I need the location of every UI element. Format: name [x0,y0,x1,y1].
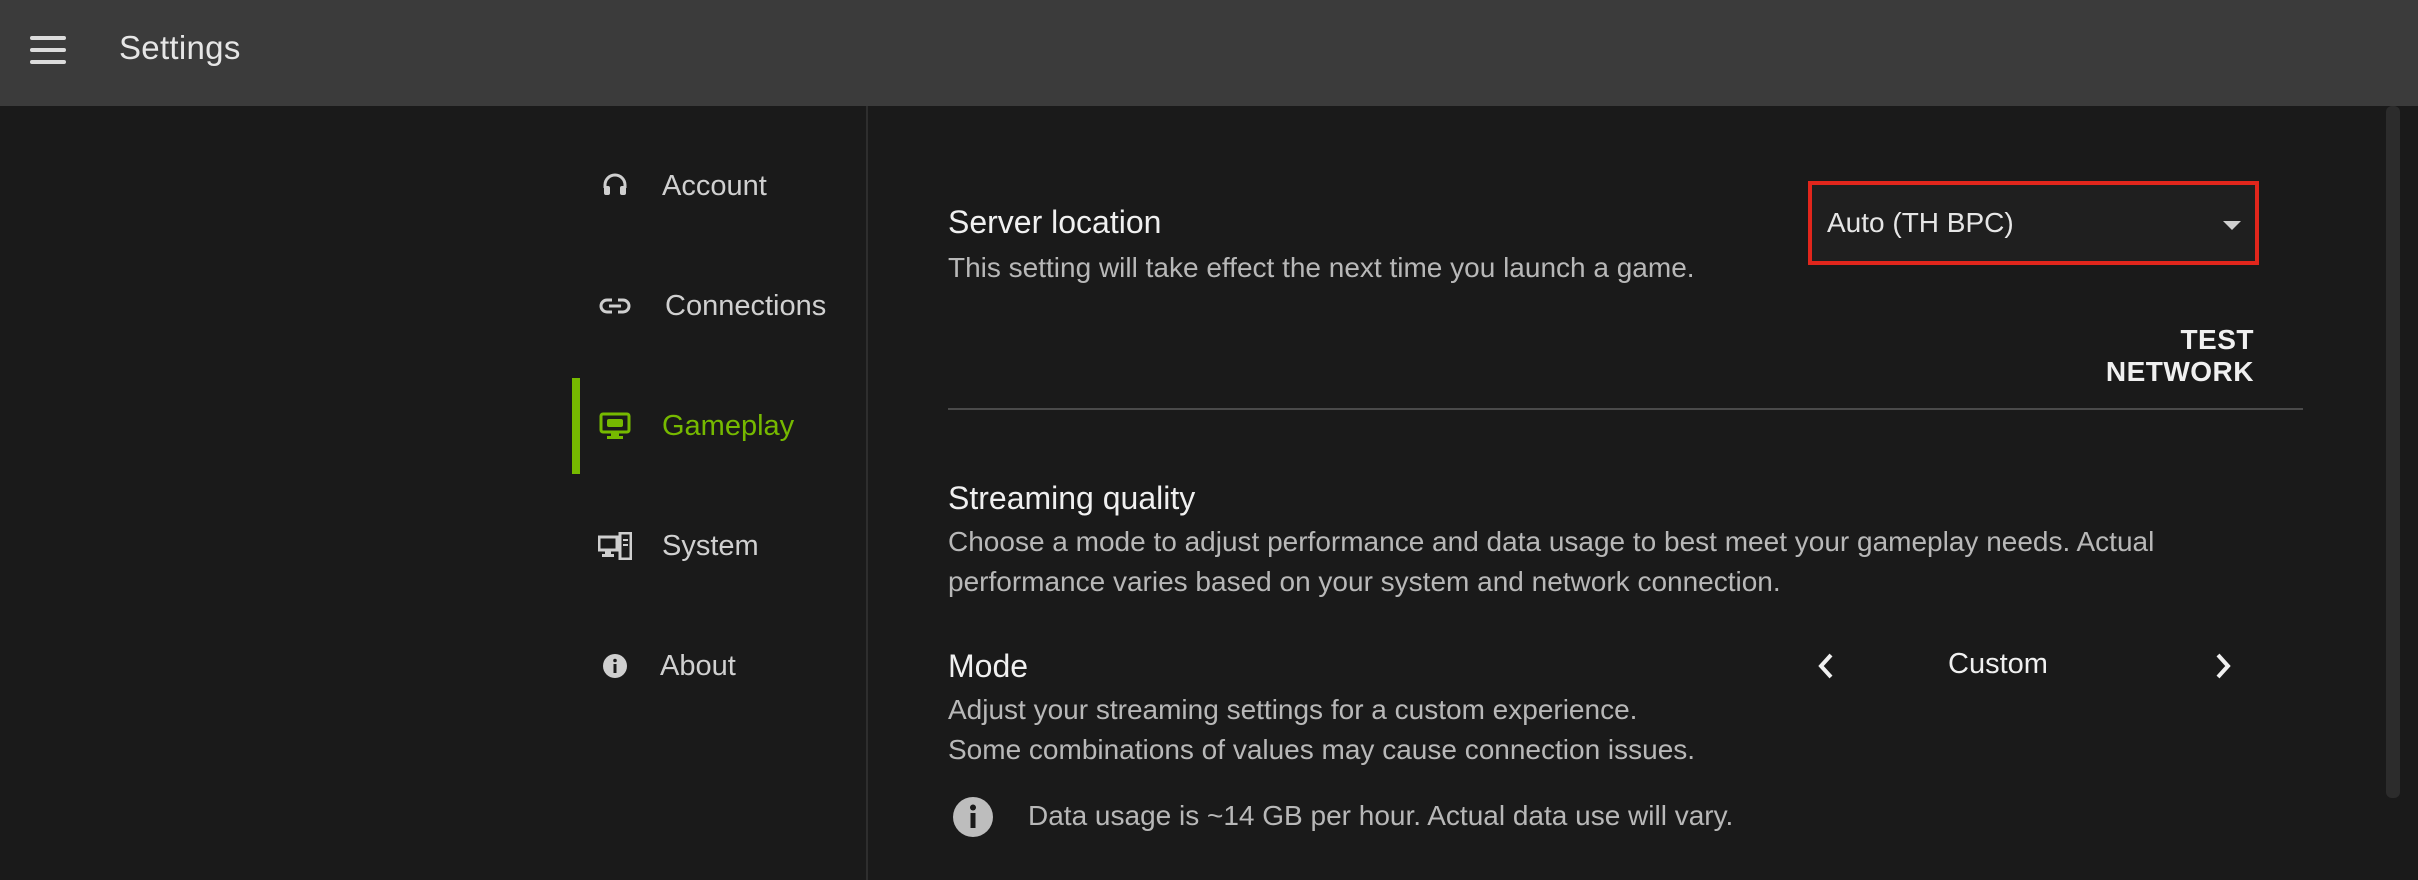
mode-description-line1: Adjust your streaming settings for a cus… [948,694,1638,725]
streaming-quality-description-line1: Choose a mode to adjust performance and … [948,526,2155,557]
sidebar-item-label: Account [662,169,767,202]
mode-title: Mode [948,648,1029,684]
server-location-description: This setting will take effect the next t… [948,252,1695,283]
chevron-left-icon [1818,653,1833,679]
chevron-right-icon [2216,653,2231,679]
mode-description-line2: Some combinations of values may cause co… [948,734,1696,765]
top-app-bar: Settings [0,0,2418,106]
server-location-selected-value: Auto (TH BPC) [1827,207,2014,238]
headset-icon [598,169,632,203]
mode-next-button[interactable] [2203,646,2243,686]
monitor-game-icon [598,409,632,443]
sidebar-item-label: Connections [665,289,827,322]
info-icon [598,649,632,683]
computer-system-icon [598,529,632,563]
gameplay-settings-panel: Server location This setting will take e… [948,106,2303,880]
info-icon [952,796,994,838]
sidebar-item-label: System [662,529,759,562]
link-icon [598,289,632,323]
mode-selected-value: Custom [1948,648,2048,680]
section-divider [948,408,2303,410]
mode-previous-button[interactable] [1806,646,1846,686]
data-usage-text: Data usage is ~14 GB per hour. Actual da… [1028,800,1734,831]
settings-sidebar: Account Connections Gameplay System Abou… [572,106,868,880]
content-area: Account Connections Gameplay System Abou… [0,106,2418,880]
scrollbar[interactable] [2386,106,2400,798]
sidebar-item-label: Gameplay [662,409,795,442]
server-location-title: Server location [948,204,1162,240]
test-network-button[interactable]: TEST NETWORK [2034,324,2254,387]
page-title: Settings [119,29,241,66]
sidebar-item-connections[interactable]: Connections [572,258,866,354]
sidebar-item-gameplay[interactable]: Gameplay [572,378,866,474]
sidebar-item-about[interactable]: About [572,618,866,714]
sidebar-item-account[interactable]: Account [572,138,866,234]
hamburger-menu-icon[interactable] [26,32,70,68]
chevron-down-icon [2223,221,2241,230]
streaming-quality-title: Streaming quality [948,480,1196,516]
sidebar-item-system[interactable]: System [572,498,866,594]
server-location-dropdown[interactable]: Auto (TH BPC) [1808,181,2259,265]
sidebar-item-label: About [660,649,736,682]
streaming-quality-description-line2: performance varies based on your system … [948,566,1781,597]
